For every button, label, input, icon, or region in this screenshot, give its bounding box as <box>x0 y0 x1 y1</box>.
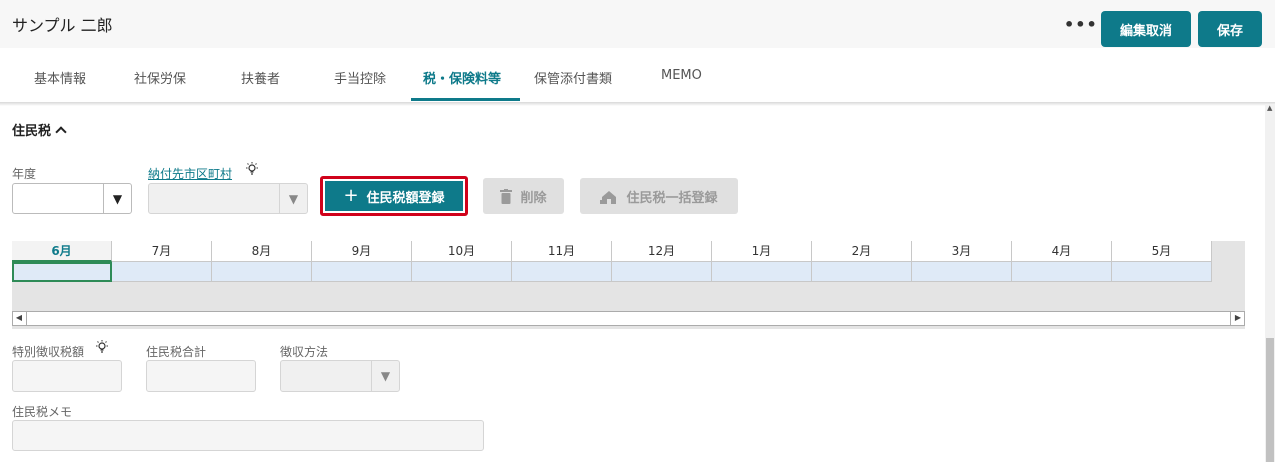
register-resident-tax-label: 住民税額登録 <box>366 190 445 206</box>
section-title: 住民税 <box>12 124 52 139</box>
grid-month-header: 12月 <box>612 241 712 262</box>
grid-month-header: 8月 <box>212 241 312 262</box>
save-button[interactable]: 保存 <box>1198 11 1262 47</box>
horizontal-scrollbar[interactable] <box>12 311 1245 326</box>
total-input[interactable] <box>146 360 256 392</box>
grid-cell[interactable] <box>712 262 812 282</box>
tabs-divider <box>0 102 1275 106</box>
active-tab-indicator <box>411 98 520 101</box>
house-icon <box>600 190 617 204</box>
grid-data-row <box>12 262 1212 282</box>
grid-cell[interactable] <box>112 262 212 282</box>
delete-button[interactable]: 削除 <box>483 178 564 214</box>
grid-month-header: 3月 <box>912 241 1012 262</box>
lightbulb-icon[interactable] <box>245 162 259 176</box>
grid-month-header: 10月 <box>412 241 512 262</box>
tab-memo[interactable]: MEMO <box>661 68 702 83</box>
memo-label: 住民税メモ <box>12 405 73 419</box>
trash-icon <box>500 188 513 204</box>
grid-month-header: 11月 <box>512 241 612 262</box>
grid-cell[interactable] <box>612 262 712 282</box>
tab-allowances-deductions[interactable]: 手当控除 <box>334 68 386 87</box>
scroll-up-arrow-icon[interactable]: ▲ <box>1267 104 1272 112</box>
cancel-edit-button[interactable]: 編集取消 <box>1101 11 1191 47</box>
scroll-right-arrow-icon[interactable]: ▶ <box>1230 311 1245 326</box>
lightbulb-icon[interactable] <box>95 340 109 354</box>
municipality-select[interactable]: ▼ <box>148 183 308 214</box>
grid-cell[interactable] <box>412 262 512 282</box>
municipality-link[interactable]: 納付先市区町村 <box>148 165 232 182</box>
grid-cell[interactable] <box>512 262 612 282</box>
tab-basic-info[interactable]: 基本情報 <box>34 68 86 87</box>
bulk-register-label: 住民税一括登録 <box>626 190 718 206</box>
collection-method-label: 徴収方法 <box>280 345 329 359</box>
tab-dependents[interactable]: 扶養者 <box>241 68 280 87</box>
register-resident-tax-button[interactable]: + 住民税額登録 <box>320 176 468 216</box>
section-toggle[interactable]: 住民税 <box>12 120 67 139</box>
tab-stored-attachments[interactable]: 保管添付書類 <box>534 68 612 87</box>
bulk-register-button[interactable]: 住民税一括登録 <box>580 178 738 214</box>
grid-month-header: 7月 <box>112 241 212 262</box>
special-collection-input[interactable] <box>12 360 122 392</box>
special-collection-label: 特別徴収税額 <box>12 345 85 359</box>
tab-tax-insurance[interactable]: 税・保険料等 <box>423 68 501 87</box>
employee-name: サンプル 二郎 <box>12 16 113 35</box>
page-header: サンプル 二郎 ••• 編集取消 保存 <box>0 0 1275 48</box>
collection-method-select[interactable]: ▼ <box>280 360 400 392</box>
grid-cell[interactable] <box>1112 262 1212 282</box>
dropdown-arrow-icon: ▼ <box>103 184 131 213</box>
grid-header-row: 6月 7月 8月 9月 10月 11月 12月 1月 2月 3月 4月 5月 <box>12 241 1212 262</box>
year-select[interactable]: ▼ <box>12 183 132 214</box>
chevron-up-icon <box>55 125 67 138</box>
grid-month-header: 6月 <box>12 241 112 262</box>
vertical-scrollbar-thumb[interactable] <box>1266 338 1274 462</box>
scroll-left-arrow-icon[interactable]: ◀ <box>12 311 27 326</box>
more-options-button[interactable]: ••• <box>1064 17 1098 33</box>
tab-bar: 基本情報 社保労保 扶養者 手当控除 税・保険料等 保管添付書類 MEMO <box>0 48 1275 103</box>
dropdown-arrow-icon: ▼ <box>371 361 399 391</box>
grid-month-header: 5月 <box>1112 241 1212 262</box>
grid-cell[interactable] <box>912 262 1012 282</box>
grid-cell[interactable] <box>12 262 112 282</box>
grid-cell[interactable] <box>212 262 312 282</box>
grid-month-header: 4月 <box>1012 241 1112 262</box>
year-label: 年度 <box>12 167 37 181</box>
delete-label: 削除 <box>520 190 547 206</box>
plus-icon: + <box>343 185 359 206</box>
grid-cell[interactable] <box>312 262 412 282</box>
grid-month-header: 1月 <box>712 241 812 262</box>
tab-social-insurance[interactable]: 社保労保 <box>134 68 186 87</box>
dropdown-arrow-icon: ▼ <box>279 184 307 213</box>
grid-cell[interactable] <box>1012 262 1112 282</box>
memo-input[interactable] <box>12 420 484 451</box>
grid-month-header: 9月 <box>312 241 412 262</box>
grid-cell[interactable] <box>812 262 912 282</box>
grid-month-header: 2月 <box>812 241 912 262</box>
total-label: 住民税合計 <box>146 345 207 359</box>
